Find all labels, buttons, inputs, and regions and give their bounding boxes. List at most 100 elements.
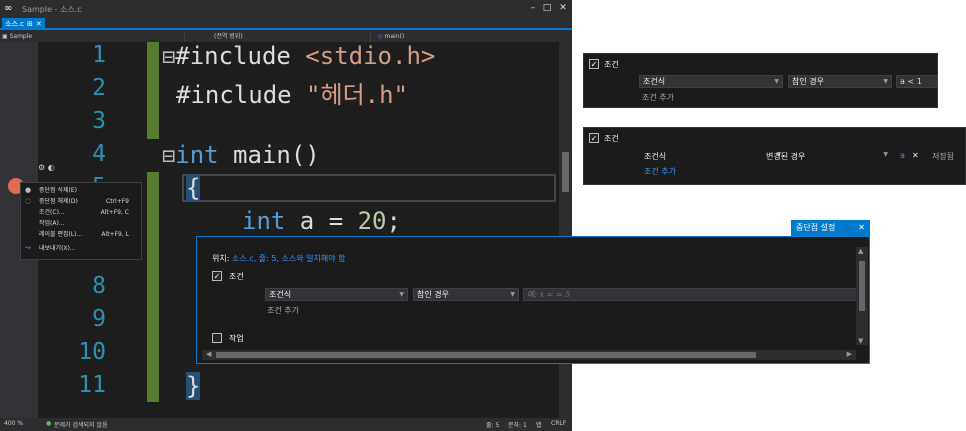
- condition-snippet-1: ✓ 조건 조건식 ▼ 참인 경우 ▼ a < 1 조건 추가: [583, 53, 938, 108]
- scroll-down-icon[interactable]: ▼: [858, 337, 863, 345]
- menu-item-actions[interactable]: 작업(A)...: [21, 218, 141, 229]
- conditions-checkbox[interactable]: ✓: [212, 271, 222, 281]
- peek-horizontal-scrollbar[interactable]: ◀ ▶: [202, 350, 856, 360]
- menu-shortcut: Alt+F9, L: [101, 231, 129, 238]
- toggle-icon[interactable]: ◐: [48, 163, 55, 172]
- line-number: 9: [92, 306, 106, 332]
- condition-type-dropdown[interactable]: 참인 경우 ▼: [788, 75, 892, 88]
- navigation-bar: ▣ Sample (전역 범위) ◇ main(): [0, 31, 572, 42]
- peek-vertical-scrollbar[interactable]: ▲ ▼: [856, 247, 868, 345]
- condition-value-input[interactable]: a: [900, 151, 905, 160]
- line-number: 11: [78, 372, 106, 398]
- code-line: #include "헤더.h": [176, 75, 408, 110]
- window-title: Sample - 소스.c: [22, 5, 82, 14]
- line-number: 2: [92, 75, 106, 101]
- add-condition-link[interactable]: 조건 추가: [267, 305, 299, 316]
- condition-type-dropdown[interactable]: 참인 경우 ▼: [413, 288, 519, 301]
- visual-studio-logo-icon: ∞: [4, 3, 13, 14]
- scroll-thumb[interactable]: [216, 352, 756, 358]
- change-indicator: [147, 42, 159, 139]
- condition-expression-dropdown[interactable]: 조건식 ▼: [644, 151, 784, 162]
- code-text: #include: [176, 81, 307, 109]
- peek-title: 중단점 설정: [796, 223, 836, 232]
- project-dropdown[interactable]: ▣ Sample: [0, 31, 185, 42]
- menu-item-export[interactable]: ↪ 내보내기(X)...: [21, 243, 141, 254]
- tab-source-c[interactable]: 소스.c ⊞ ✕: [2, 18, 45, 30]
- chevron-down-icon: ▼: [510, 291, 515, 298]
- code-line: {: [186, 174, 201, 202]
- condition-expression-dropdown[interactable]: 조건식 ▼: [265, 288, 408, 301]
- chevron-down-icon: ▼: [883, 151, 888, 158]
- actions-checkbox[interactable]: [212, 333, 222, 343]
- line-number: 10: [78, 339, 106, 365]
- code-line: ⊟int main(): [162, 141, 320, 169]
- conditions-checkbox[interactable]: ✓: [589, 133, 599, 143]
- close-icon[interactable]: ✕: [858, 220, 865, 236]
- condition-value-input[interactable]: a < 1: [896, 75, 938, 88]
- maximize-button[interactable]: □: [540, 1, 554, 15]
- breakpoint-settings-panel: 위치: 소스.c, 줄: 5, 소스와 일치해야 함 ✓ 조건 조건식 ▼ 참인 …: [196, 236, 870, 364]
- collapse-icon[interactable]: ⊟: [162, 45, 175, 70]
- scroll-thumb[interactable]: [562, 152, 569, 192]
- scope-dropdown[interactable]: (전역 범위): [186, 31, 371, 42]
- close-window-button[interactable]: ✕: [556, 1, 570, 15]
- code-keyword: int: [242, 207, 286, 235]
- location-row: 위치: 소스.c, 줄: 5, 소스와 일치해야 함: [212, 253, 345, 264]
- function-dropdown[interactable]: ◇ main(): [372, 31, 562, 42]
- dropdown-value: 변경된 경우: [766, 152, 806, 161]
- menu-item-conditions[interactable]: 조건(C)... Alt+F9, C: [21, 207, 141, 218]
- export-icon: ↪: [25, 244, 31, 252]
- dropdown-value: 참인 경우: [792, 77, 824, 86]
- code-keyword: int: [175, 141, 219, 169]
- code-number: 20: [357, 207, 387, 235]
- current-line-highlight: [182, 174, 556, 202]
- conditions-label: 조건: [604, 134, 619, 143]
- dropdown-value: 조건식: [644, 152, 667, 161]
- scroll-right-icon[interactable]: ▶: [847, 350, 852, 358]
- code-text: main(): [218, 141, 320, 169]
- dropdown-value: 조건식: [643, 77, 666, 86]
- minimize-button[interactable]: –: [526, 1, 540, 15]
- location-link[interactable]: 소스.c, 줄: 5, 소스와 일치해야 함: [232, 254, 346, 263]
- menu-item-delete[interactable]: ● 중단점 삭제(E): [21, 185, 141, 196]
- tab-row: 소스.c ⊞ ✕: [0, 18, 572, 30]
- tab-close-icon[interactable]: ✕: [36, 18, 42, 30]
- tab-label: 소스.c: [5, 20, 24, 28]
- dropdown-value: 조건식: [269, 290, 292, 299]
- change-indicator: [147, 172, 159, 402]
- project-icon: ▣: [2, 33, 10, 40]
- scroll-left-icon[interactable]: ◀: [206, 350, 211, 358]
- scope-label: (전역 범위): [214, 33, 243, 40]
- breakpoint-toolbar: ⚙ ◐: [38, 163, 55, 172]
- clear-icon[interactable]: ✕: [912, 151, 919, 160]
- menu-label: 내보내기(X)...: [39, 245, 76, 252]
- menu-label: 중단점 삭제(E): [39, 187, 77, 194]
- ide-window: ∞ Sample - 소스.c – □ ✕ 소스.c ⊞ ✕ ▣ Sample …: [0, 0, 572, 431]
- add-condition-link[interactable]: 조건 추가: [642, 92, 674, 103]
- condition-value-input[interactable]: 예: x = = 5: [523, 288, 857, 301]
- scroll-up-icon[interactable]: ▲: [858, 247, 863, 255]
- scroll-thumb[interactable]: [859, 261, 865, 311]
- menu-item-disable[interactable]: ◌ 중단점 해제(D) Ctrl+F9: [21, 196, 141, 207]
- pin-icon[interactable]: ⊞: [27, 18, 33, 30]
- code-text: ;: [386, 207, 401, 235]
- line-indicator: 줄: 5: [486, 422, 500, 429]
- condition-type-dropdown[interactable]: 변경된 경우 ▼: [766, 151, 891, 162]
- breakpoint-context-menu: ● 중단점 삭제(E) ◌ 중단점 해제(D) Ctrl+F9 조건(C)... Alt…: [20, 182, 142, 260]
- menu-shortcut: Alt+F9, C: [100, 209, 129, 216]
- chevron-down-icon: ▼: [774, 78, 779, 85]
- menu-item-edit-label[interactable]: 레이블 편집(L)... Alt+F9, L: [21, 229, 141, 240]
- condition-snippet-2: ✓ 조건 조건식 ▼ 변경된 경우 ▼ a ✕ 저장됨 조건 추가: [583, 127, 966, 185]
- menu-label: 레이블 편집(L)...: [39, 231, 83, 238]
- chevron-down-icon: ▼: [399, 291, 404, 298]
- issues-status[interactable]: 문제가 검색되지 않음: [54, 420, 108, 429]
- conditions-checkbox[interactable]: ✓: [589, 59, 599, 69]
- settings-icon[interactable]: ⚙: [38, 163, 45, 172]
- zoom-level[interactable]: 400 %: [4, 420, 23, 427]
- line-number: 1: [92, 42, 106, 68]
- code-line: ⊟#include <stdio.h>: [162, 42, 435, 70]
- collapse-icon[interactable]: ⊟: [162, 144, 175, 169]
- condition-expression-dropdown[interactable]: 조건식 ▼: [639, 75, 783, 88]
- actions-label: 작업: [229, 334, 244, 343]
- add-condition-link[interactable]: 조건 추가: [644, 166, 676, 177]
